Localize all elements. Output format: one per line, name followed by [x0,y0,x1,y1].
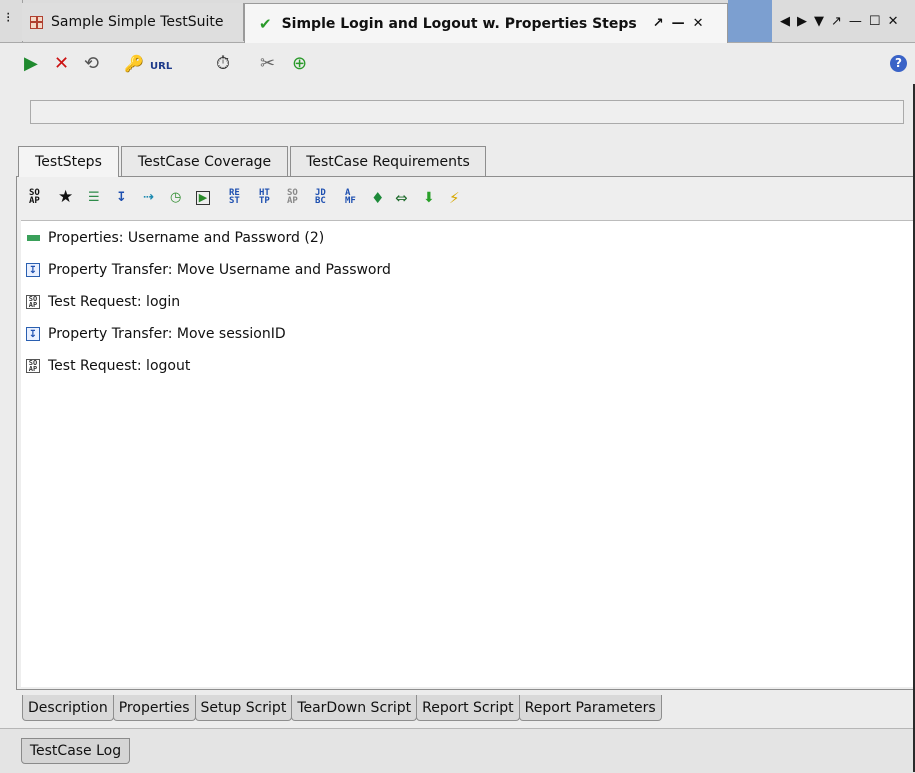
timer-icon[interactable]: ⏱ [216,54,230,74]
close-icon[interactable]: ✕ [888,14,899,29]
list-item[interactable]: SO AP Test Request: login [21,289,180,315]
add-to-loadtest-icon[interactable]: ⊕ [292,54,307,74]
list-item[interactable]: SO AP Test Request: logout [21,353,190,379]
tab-report-script[interactable]: Report Script [416,695,520,721]
soap-request-icon: SO AP [26,295,40,309]
tab-teardown-script[interactable]: TearDown Script [291,695,418,721]
minimize-icon[interactable]: — [849,14,862,29]
overflow-icon: ⁝ [6,10,11,26]
close-tab-icon[interactable]: ✕ [693,16,704,31]
tab-testcase-log[interactable]: TestCase Log [21,738,130,764]
add-star-step-icon[interactable]: ★ [58,188,73,206]
tab-testcase-requirements[interactable]: TestCase Requirements [290,146,486,176]
tab-properties[interactable]: Properties [112,695,196,721]
step-label: Test Request: login [48,294,181,310]
add-jdbc-request-icon[interactable]: JD BC [315,189,326,206]
step-label: Property Transfer: Move sessionID [48,326,286,342]
run-icon[interactable]: ▶ [24,54,38,74]
tab-nav-area: ◀ ▶ ▼ ↗ — ☐ ✕ [728,0,915,42]
detach-icon[interactable]: ↗ [831,14,842,29]
add-amf-request-icon[interactable]: A MF [345,189,356,206]
progress-bar [30,100,904,124]
inspector-tabs: Description Properties Setup Script Tear… [22,695,662,721]
next-tab-icon[interactable]: ▶ [797,14,807,29]
tab-report-parameters[interactable]: Report Parameters [518,695,662,721]
log-bar [0,728,915,773]
minimize-tab-icon[interactable]: — [672,16,685,31]
tab-testcase-coverage[interactable]: TestCase Coverage [121,146,288,176]
testsuite-icon [30,15,43,29]
add-soap-request-icon[interactable]: SO AP [29,189,40,206]
add-conditional-goto-icon[interactable]: ⚡ [449,189,460,207]
cancel-icon[interactable]: ✕ [54,54,69,74]
add-rest-request-icon[interactable]: RE ST [229,189,240,206]
testcase-check-icon: ✔ [259,14,272,33]
add-soap2-icon[interactable]: SO AP [287,189,298,206]
add-http-request-icon[interactable]: HT TP [259,189,270,206]
tab-label: Sample Simple TestSuite [51,14,224,30]
property-transfer-icon: ↧ [26,263,40,277]
credentials-icon[interactable]: 🔑 [124,54,144,74]
tab-description[interactable]: Description [22,695,114,721]
tab-sample-simple-testsuite[interactable]: Sample Simple TestSuite [22,3,244,41]
tab-list-icon[interactable]: ▼ [814,14,824,29]
add-run-testcase-icon[interactable]: ▶ [196,191,210,205]
teststeps-list: Properties: Username and Password (2) ↧ … [21,220,914,687]
add-delay-icon[interactable]: ◷ [170,189,181,207]
detach-tab-icon[interactable]: ↗ [653,16,664,31]
loop-icon[interactable]: ⟲ [84,54,99,74]
tab-overflow-handle[interactable]: ⁝ [0,0,23,42]
tab-simple-login-logout[interactable]: ✔ Simple Login and Logout w. Properties … [244,3,728,43]
step-label: Properties: Username and Password (2) [48,230,325,246]
add-properties-icon[interactable]: ☰ [88,189,100,207]
step-label: Test Request: logout [48,358,191,374]
add-property-transfer-icon[interactable]: ↧ [116,189,127,207]
list-item[interactable]: ↧ Property Transfer: Move Username and P… [21,257,391,283]
add-goto-icon[interactable]: ⇢ [143,189,154,207]
maximize-icon[interactable]: ☐ [869,14,881,29]
list-item[interactable]: Properties: Username and Password (2) [21,225,324,251]
property-transfer-icon: ↧ [26,327,40,341]
tab-teststeps[interactable]: TestSteps [18,146,119,177]
tab-label: Simple Login and Logout w. Properties St… [281,15,637,32]
soap-request-icon: SO AP [26,359,40,373]
add-manual-step-icon[interactable]: ⇔ [395,189,408,207]
endpoint-url-icon[interactable]: URL [150,57,172,77]
tools-icon[interactable]: ✂ [260,54,275,74]
window-controls: ◀ ▶ ▼ ↗ — ☐ ✕ [772,0,915,42]
list-item[interactable]: ↧ Property Transfer: Move sessionID [21,321,286,347]
add-groovy-step-icon[interactable]: ⬇ [423,189,435,207]
help-icon[interactable]: ? [890,55,907,72]
properties-icon [26,231,40,245]
prev-tab-icon[interactable]: ◀ [780,14,790,29]
step-label: Property Transfer: Move Username and Pas… [48,262,391,278]
add-mock-response-icon[interactable]: ♦ [371,189,384,207]
tab-setup-script[interactable]: Setup Script [194,695,293,721]
